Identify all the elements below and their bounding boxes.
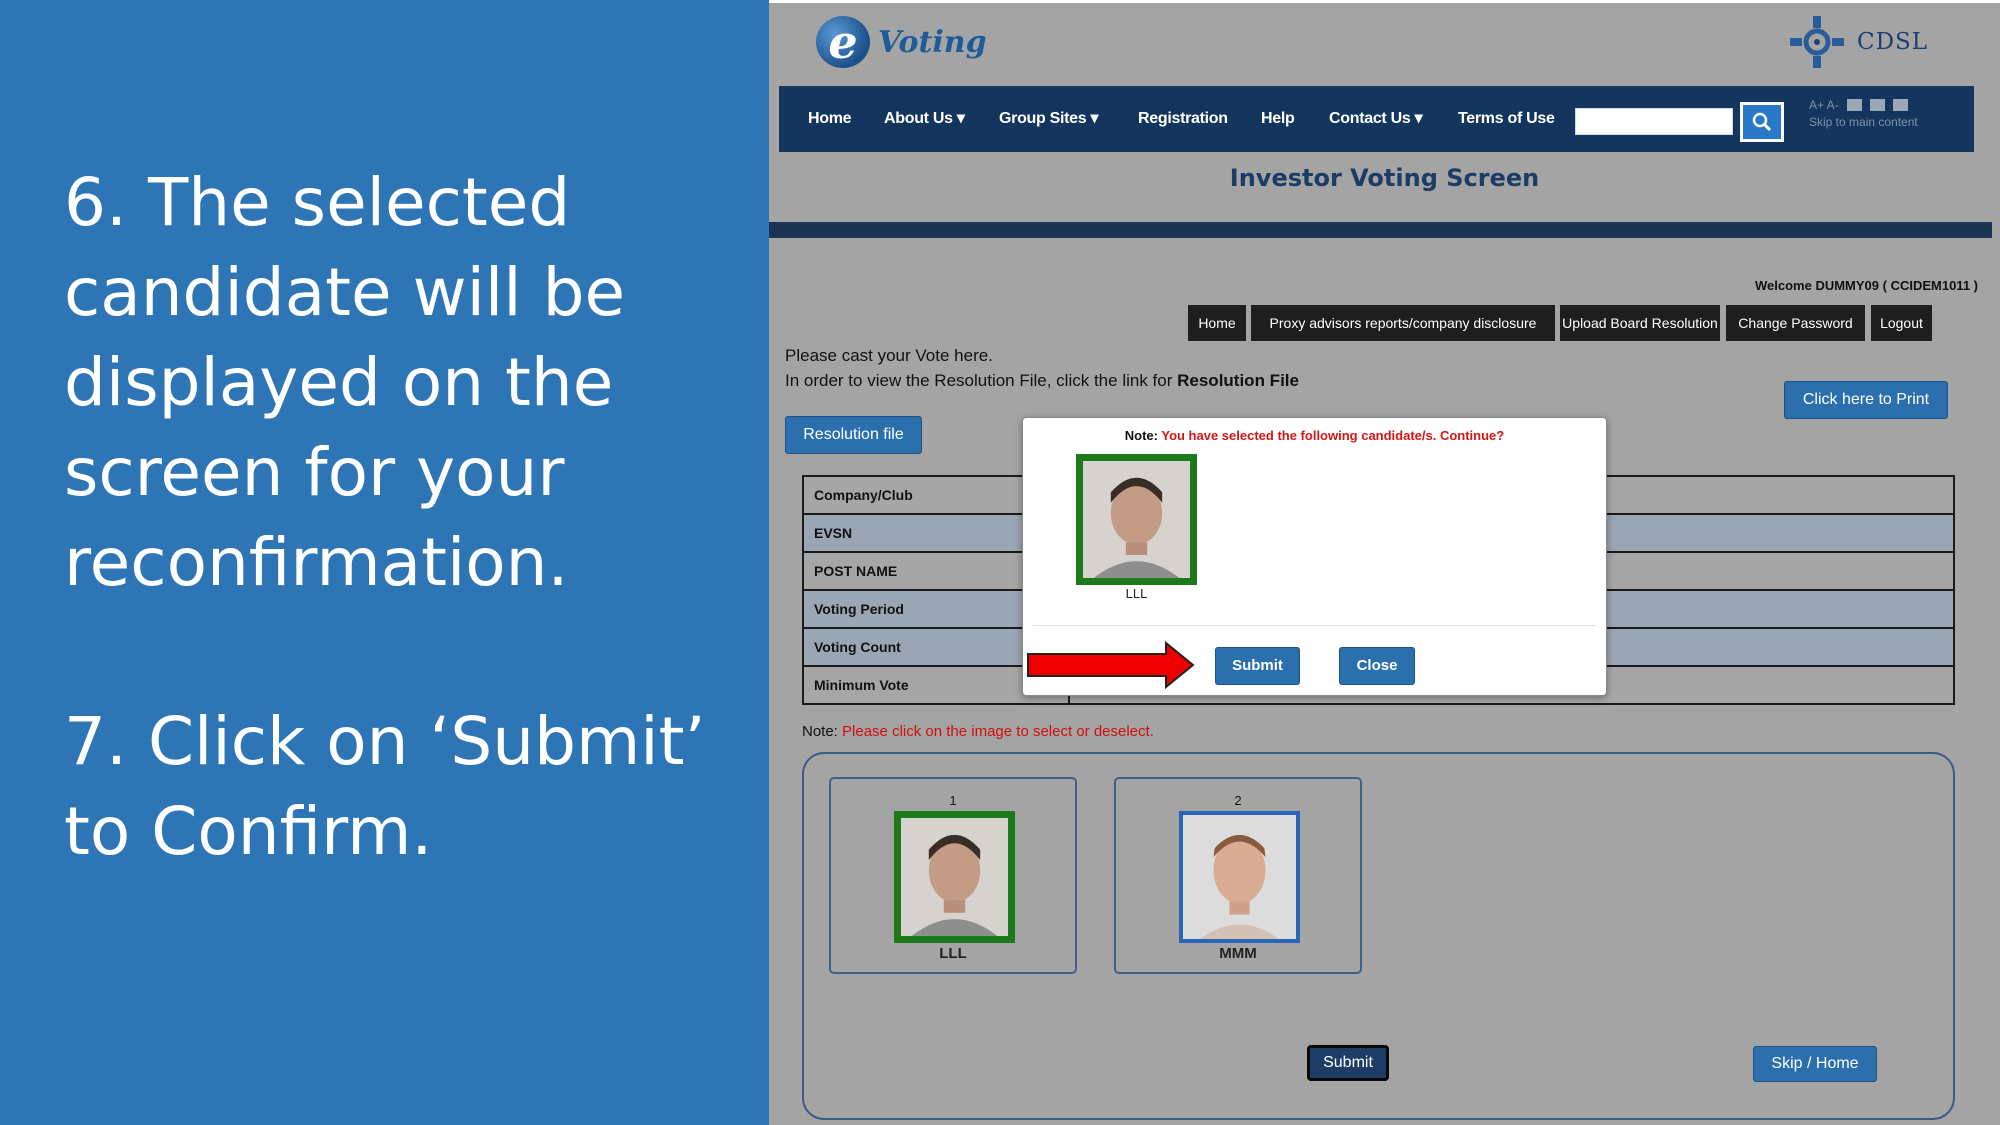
- tab-logout[interactable]: Logout: [1871, 305, 1932, 341]
- nav-help[interactable]: Help: [1261, 86, 1295, 152]
- candidate-photo-unselected[interactable]: [1179, 811, 1300, 943]
- candidate-area: 1 LLL 2 MMM Submit Skip / Home: [802, 752, 1955, 1120]
- nav-group-sites[interactable]: Group Sites ▾: [999, 86, 1099, 152]
- candidate-card-1[interactable]: 1 LLL: [829, 777, 1077, 974]
- candidate-photo-selected[interactable]: [894, 811, 1015, 943]
- selection-note: Note: Please click on the image to selec…: [802, 723, 1154, 740]
- sitemap-icon[interactable]: [1869, 99, 1885, 111]
- accessibility-tools: A+ A- Skip to main content: [1809, 98, 1918, 129]
- candidate-name: MMM: [1219, 945, 1257, 962]
- cdsl-text: CDSL: [1857, 29, 1929, 55]
- tab-home[interactable]: Home: [1188, 305, 1246, 341]
- globe-icon: e: [816, 15, 870, 69]
- print-button[interactable]: Click here to Print: [1784, 381, 1948, 419]
- modal-submit-button[interactable]: Submit: [1215, 647, 1300, 685]
- candidate-number: 2: [1234, 793, 1242, 808]
- mail-icon[interactable]: [1892, 99, 1908, 111]
- portrait-icon: [1183, 815, 1296, 939]
- tab-change-password[interactable]: Change Password: [1726, 305, 1865, 341]
- resolution-file-button[interactable]: Resolution file: [785, 416, 922, 454]
- evoting-logo[interactable]: e Voting: [816, 14, 987, 70]
- nav-contact-us[interactable]: Contact Us ▾: [1329, 86, 1423, 152]
- cast-vote-text: Please cast your Vote here. In order to …: [785, 343, 1299, 393]
- search-icon: [1752, 112, 1772, 132]
- font-size-controls[interactable]: A+ A-: [1809, 98, 1839, 112]
- nav-home[interactable]: Home: [808, 86, 852, 152]
- candidate-card-2[interactable]: 2 MMM: [1114, 777, 1362, 974]
- welcome-text: Welcome DUMMY09 ( CCIDEM1011 ): [1755, 278, 1978, 293]
- skip-home-button[interactable]: Skip / Home: [1753, 1046, 1877, 1082]
- nav-registration[interactable]: Registration: [1138, 86, 1228, 152]
- tab-upload-board-resolution[interactable]: Upload Board Resolution: [1560, 305, 1720, 341]
- modal-candidate-photo: [1076, 454, 1197, 585]
- cast-line-2: In order to view the Resolution File, cl…: [785, 371, 1299, 390]
- red-arrow-icon: [1027, 640, 1195, 690]
- nav-terms-of-use[interactable]: Terms of Use: [1458, 86, 1555, 152]
- skip-to-content-link[interactable]: Skip to main content: [1809, 115, 1918, 129]
- contrast-icon[interactable]: [1846, 99, 1862, 111]
- instruction-step-7: 7. Click on ‘Submit’ to Confirm.: [64, 703, 706, 870]
- candidate-number: 1: [949, 793, 957, 808]
- modal-divider: [1033, 625, 1596, 626]
- modal-candidate-name: LLL: [1125, 586, 1148, 601]
- logo-text: Voting: [878, 24, 987, 60]
- title-divider-bar: [769, 222, 1992, 238]
- portrait-icon: [901, 818, 1008, 936]
- portrait-icon: [1083, 461, 1190, 578]
- submit-button[interactable]: Submit: [1307, 1045, 1389, 1081]
- search-input[interactable]: [1575, 108, 1733, 135]
- modal-close-button[interactable]: Close: [1339, 647, 1415, 685]
- voting-screenshot: e Voting CDSL Home About Us ▾ Group Site…: [769, 0, 2000, 1125]
- main-navbar: Home About Us ▾ Group Sites ▾ Registrati…: [779, 86, 1974, 152]
- top-strip: [769, 0, 2000, 3]
- cdsl-logo[interactable]: CDSL: [1787, 14, 1928, 70]
- resolution-file-link[interactable]: Resolution File: [1177, 371, 1299, 390]
- candidate-name: LLL: [939, 945, 967, 962]
- instruction-panel: 6. The selected candidate will be displa…: [0, 0, 769, 1125]
- nav-about-us[interactable]: About Us ▾: [884, 86, 965, 152]
- page-title: Investor Voting Screen: [1229, 164, 1540, 192]
- cdsl-emblem-icon: [1790, 16, 1844, 68]
- instruction-step-6: 6. The selected candidate will be displa…: [64, 164, 626, 601]
- tab-proxy-advisors[interactable]: Proxy advisors reports/company disclosur…: [1251, 305, 1555, 341]
- modal-note: Note: You have selected the following ca…: [1124, 428, 1505, 443]
- cast-line-1: Please cast your Vote here.: [785, 346, 993, 365]
- search-button[interactable]: [1740, 102, 1784, 142]
